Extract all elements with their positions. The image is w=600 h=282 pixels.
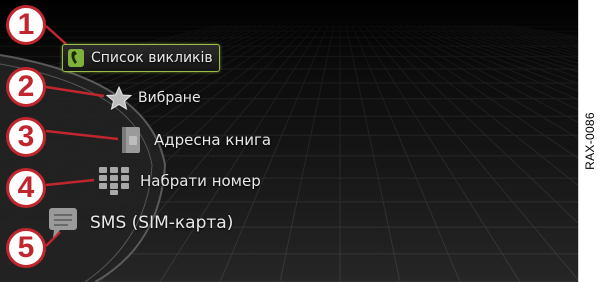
- phone-icon: [67, 48, 85, 68]
- dial-number-label: Набрати номер: [140, 172, 261, 190]
- callout-badge-4: 4: [6, 168, 46, 208]
- sms-label: SMS (SIM-карта): [90, 213, 234, 233]
- favorites-label: Вибране: [138, 90, 201, 106]
- callout-badge-5: 5: [6, 228, 46, 268]
- menu-item-favorites[interactable]: Вибране: [106, 86, 201, 110]
- callout-badge-1: 1: [6, 5, 46, 45]
- figure-code: RAX-0086: [582, 112, 597, 170]
- sms-icon: [48, 207, 78, 239]
- menu-item-address-book[interactable]: Адресна книга: [120, 126, 271, 154]
- call-list-label: Список викликів: [91, 50, 213, 66]
- address-book-label: Адресна книга: [154, 131, 272, 149]
- keypad-icon: [98, 166, 130, 196]
- callout-badge-3: 3: [6, 117, 46, 157]
- callout-badge-2: 2: [6, 67, 46, 107]
- menu-item-sms[interactable]: SMS (SIM-карта): [48, 207, 233, 239]
- figure-code-strip: RAX-0086: [578, 0, 600, 282]
- menu-item-call-list[interactable]: Список викликів: [62, 44, 220, 72]
- callout-lines: [45, 25, 119, 247]
- star-icon: [106, 86, 132, 110]
- screen: Список викликів Вибране Адресна книга На…: [0, 0, 578, 282]
- menu-item-dial-number[interactable]: Набрати номер: [98, 166, 261, 196]
- address-book-icon: [120, 126, 142, 154]
